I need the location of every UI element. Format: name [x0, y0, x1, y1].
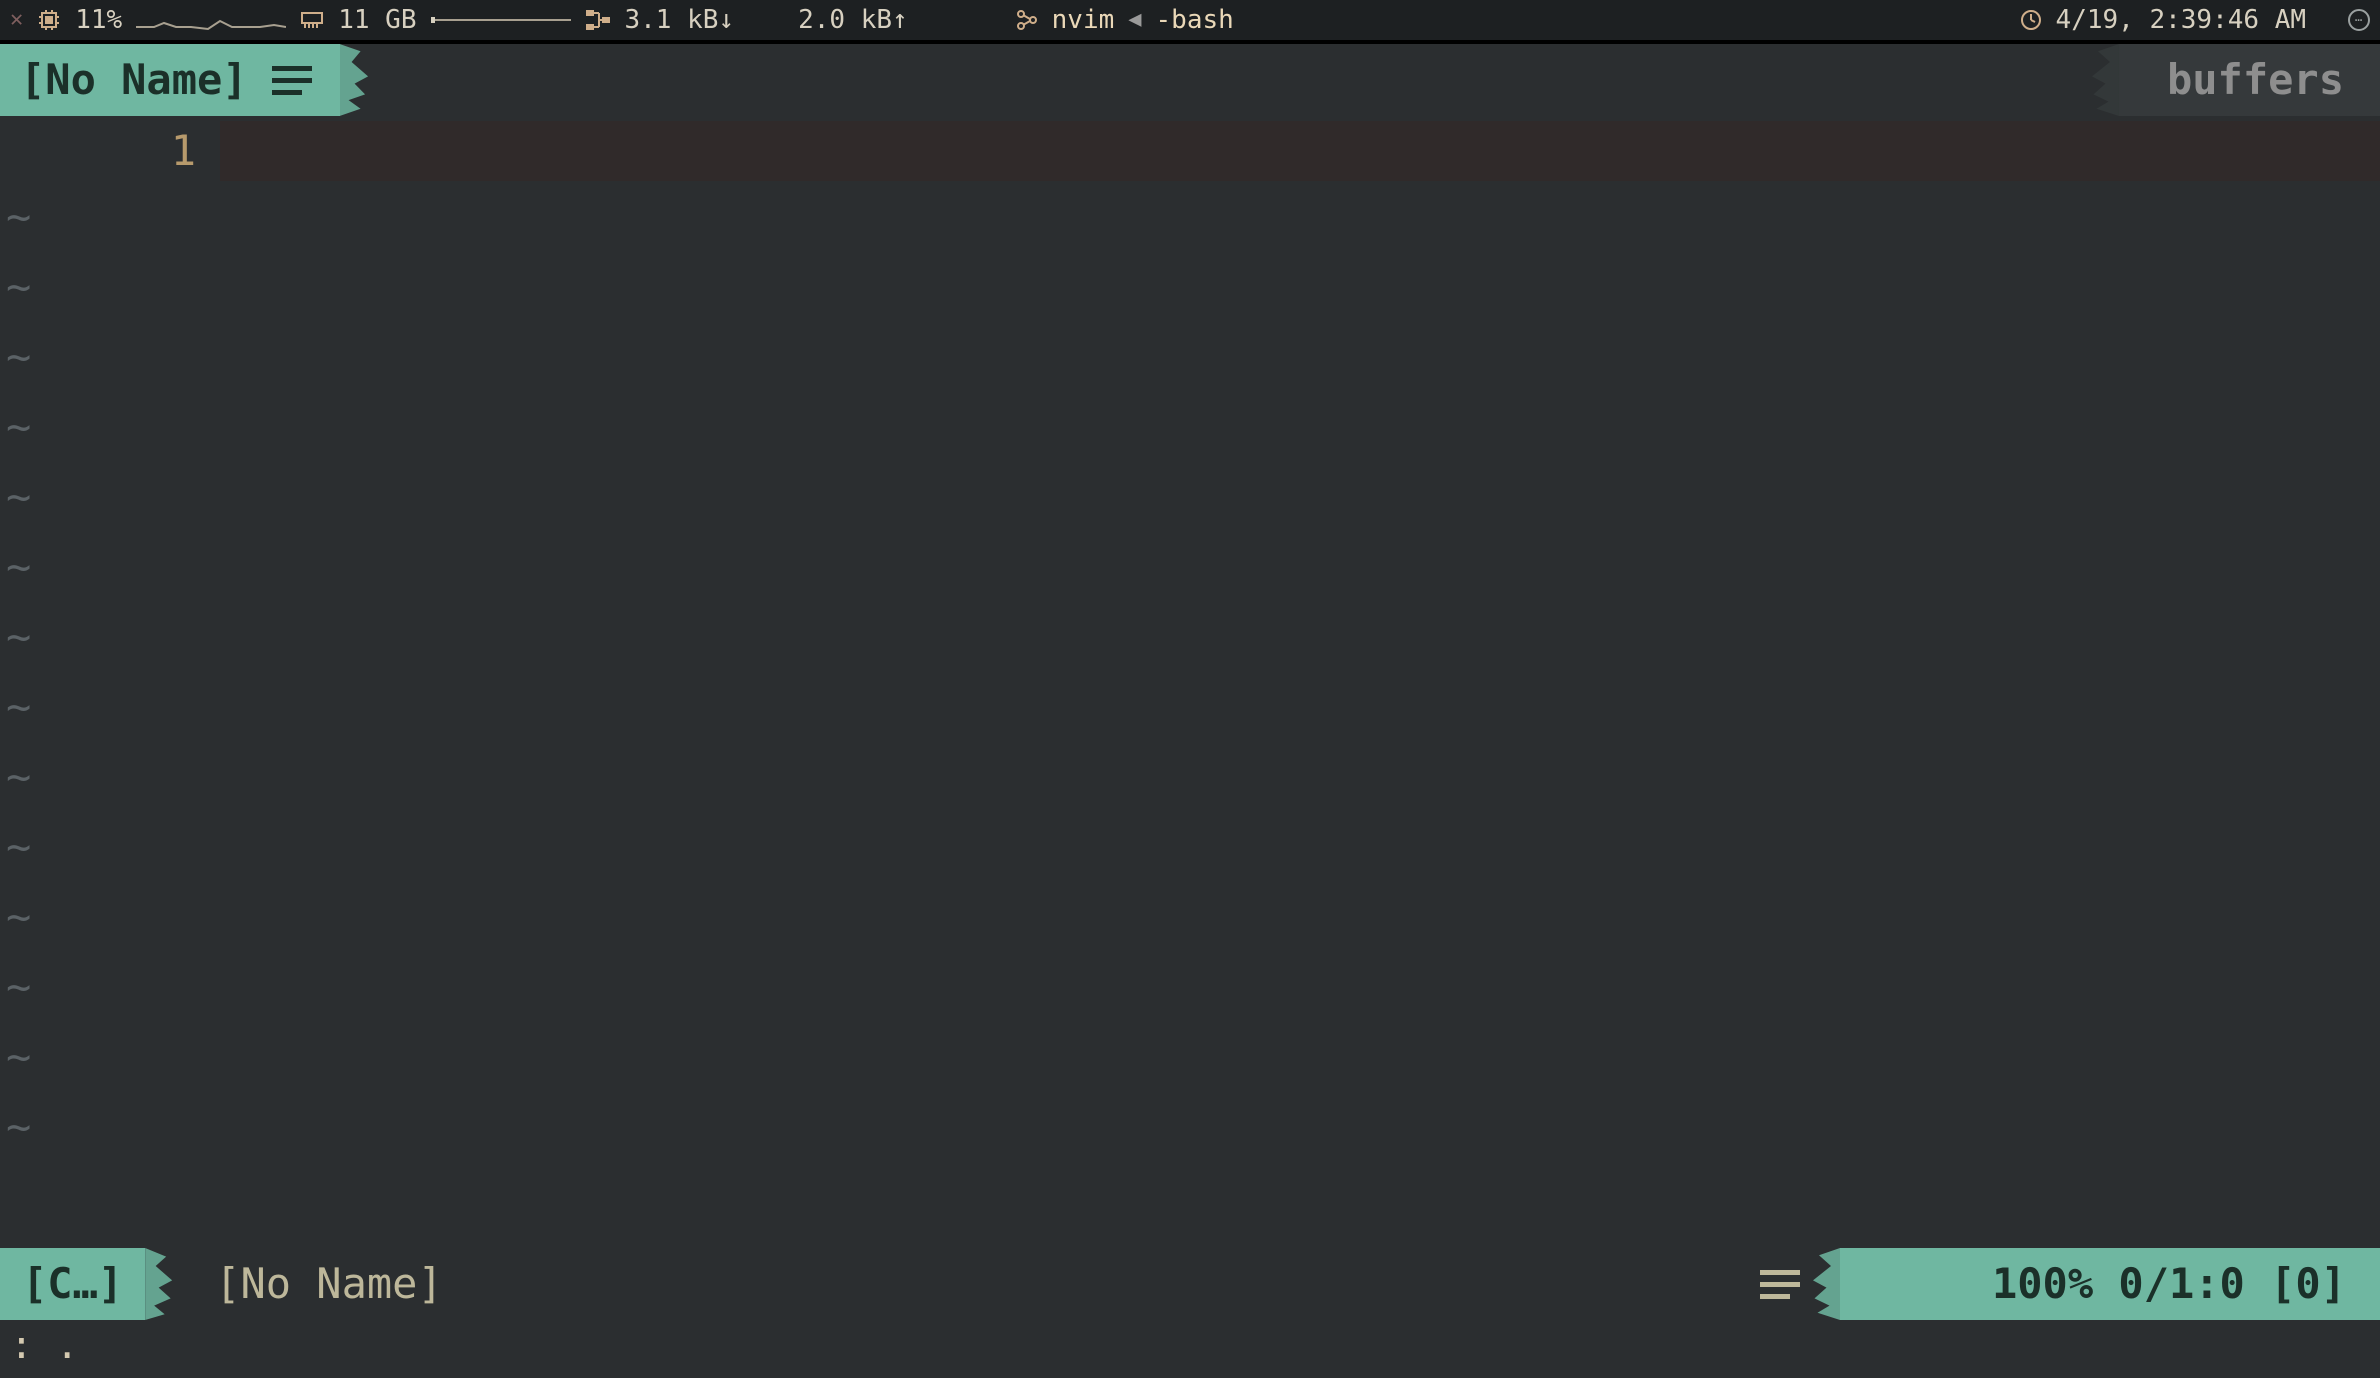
empty-buffer-area[interactable]: ~~~~~~~~~~~~~~: [0, 186, 2380, 1248]
status-mode: [C…]: [0, 1248, 145, 1320]
empty-line-tilde: ~: [0, 1106, 2380, 1176]
buffer-tab-label: [No Name]: [20, 59, 248, 101]
clock-icon: [2020, 9, 2042, 31]
network-icon: [585, 9, 611, 31]
tabline-right-label: buffers: [2119, 44, 2380, 116]
empty-line-tilde: ~: [0, 616, 2380, 686]
more-menu-icon[interactable]: ⋯: [2348, 9, 2370, 31]
empty-line-tilde: ~: [0, 966, 2380, 1036]
buffer-tabline: [No Name] buffers: [0, 44, 2380, 116]
tmux-other-window[interactable]: -bash: [1156, 7, 1234, 33]
empty-line-tilde: ~: [0, 336, 2380, 406]
hamburger-icon: [272, 66, 312, 95]
close-icon[interactable]: ✕: [10, 9, 23, 31]
cpu-icon: [37, 8, 61, 32]
clock-text: 4/19, 2:39:46 AM: [2056, 7, 2306, 33]
empty-line-tilde: ~: [0, 476, 2380, 546]
memory-usage: 11 GB: [338, 7, 416, 33]
memory-icon: [300, 10, 324, 30]
empty-line-tilde: ~: [0, 196, 2380, 266]
empty-line-tilde: ~: [0, 756, 2380, 826]
cursor-line[interactable]: [220, 121, 2380, 181]
memory-bar-icon: [431, 15, 571, 25]
empty-line-tilde: ~: [0, 826, 2380, 896]
buffer-tab-active[interactable]: [No Name]: [0, 44, 340, 116]
separator-left-icon: ◀: [1128, 9, 1141, 31]
net-down: 3.1 kB: [625, 7, 735, 33]
empty-line-tilde: ~: [0, 406, 2380, 476]
cpu-percent: 11%: [75, 7, 122, 33]
empty-line-tilde: ~: [0, 1036, 2380, 1106]
buffer-current-line[interactable]: 1: [0, 116, 2380, 186]
empty-line-tilde: ~: [0, 266, 2380, 336]
status-position: 100% 0/1:0 [0]: [1840, 1248, 2380, 1320]
empty-line-tilde: ~: [0, 686, 2380, 756]
process-tree-icon: [1016, 9, 1038, 31]
empty-line-tilde: ~: [0, 896, 2380, 966]
tmux-active-window[interactable]: nvim: [1052, 7, 1115, 33]
system-status-bar: ✕ 11% 11 GB: [0, 0, 2380, 44]
cpu-sparkline-icon: [136, 7, 286, 33]
status-line: [C…] [No Name] 100% 0/1:0 [0]: [0, 1248, 2380, 1320]
status-file: [No Name]: [145, 1248, 483, 1320]
line-number: 1: [0, 130, 220, 172]
hamburger-icon: [1760, 1270, 1800, 1299]
empty-line-tilde: ~: [0, 546, 2380, 616]
net-up: 2.0 kB: [798, 7, 908, 33]
editor-area[interactable]: [No Name] buffers 1 ~~~~~~~~~~~~~~ [C…] …: [0, 44, 2380, 1378]
command-line[interactable]: : .: [0, 1320, 2380, 1378]
